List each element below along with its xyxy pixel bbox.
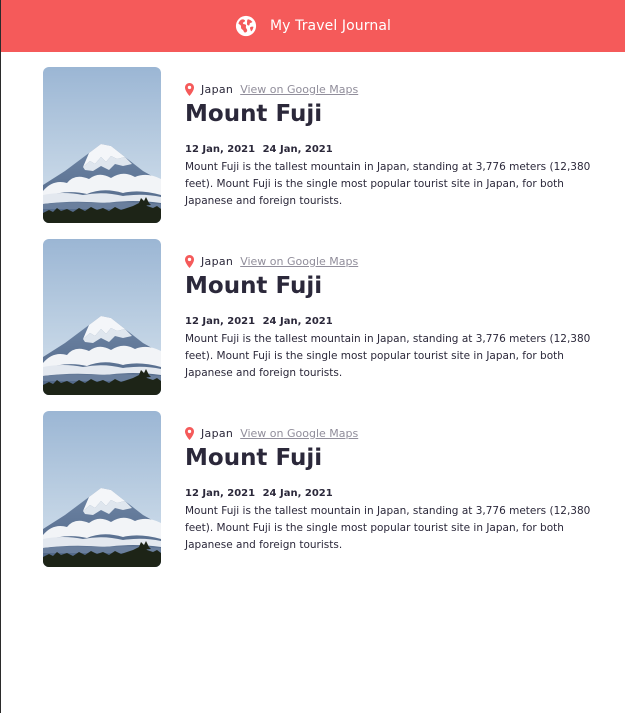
- location-row: Japan View on Google Maps: [185, 253, 595, 269]
- entry-start-date: 12 Jan, 2021: [185, 488, 256, 499]
- location-pin-icon: [185, 427, 194, 440]
- journal-entry: Japan View on Google Maps Mount Fuji 12 …: [1, 239, 625, 395]
- location-pin-icon: [185, 255, 194, 268]
- entry-dates: 12 Jan, 2021 24 Jan, 2021: [185, 315, 595, 329]
- entry-end-date: 24 Jan, 2021: [262, 144, 333, 155]
- journal-entries: Japan View on Google Maps Mount Fuji 12 …: [1, 52, 625, 567]
- app-header: My Travel Journal: [1, 0, 625, 52]
- entry-title: Mount Fuji: [185, 101, 323, 127]
- location-pin-icon: [185, 83, 194, 96]
- entry-country: Japan: [201, 254, 234, 268]
- journal-entry: Japan View on Google Maps Mount Fuji 12 …: [1, 67, 625, 223]
- google-maps-link[interactable]: View on Google Maps: [240, 255, 358, 268]
- entry-title: Mount Fuji: [185, 445, 323, 471]
- entry-end-date: 24 Jan, 2021: [262, 316, 333, 327]
- entry-description: Mount Fuji is the tallest mountain in Ja…: [185, 161, 591, 207]
- entry-end-date: 24 Jan, 2021: [262, 488, 333, 499]
- entry-dates: 12 Jan, 2021 24 Jan, 2021: [185, 487, 595, 501]
- entry-description: Mount Fuji is the tallest mountain in Ja…: [185, 505, 591, 551]
- entry-info: Japan View on Google Maps Mount Fuji 12 …: [185, 425, 595, 554]
- google-maps-link[interactable]: View on Google Maps: [240, 427, 358, 440]
- globe-icon: [235, 15, 257, 37]
- entry-info: Japan View on Google Maps Mount Fuji 12 …: [185, 81, 595, 210]
- mount-fuji-photo: [43, 67, 161, 223]
- entry-info: Japan View on Google Maps Mount Fuji 12 …: [185, 253, 595, 382]
- entry-start-date: 12 Jan, 2021: [185, 144, 256, 155]
- entry-country: Japan: [201, 426, 234, 440]
- google-maps-link[interactable]: View on Google Maps: [240, 83, 358, 96]
- entry-country: Japan: [201, 82, 234, 96]
- location-row: Japan View on Google Maps: [185, 81, 595, 97]
- entry-dates: 12 Jan, 2021 24 Jan, 2021: [185, 143, 595, 157]
- entry-start-date: 12 Jan, 2021: [185, 316, 256, 327]
- mount-fuji-photo: [43, 411, 161, 567]
- mount-fuji-photo: [43, 239, 161, 395]
- entry-title: Mount Fuji: [185, 273, 323, 299]
- journal-entry: Japan View on Google Maps Mount Fuji 12 …: [1, 411, 625, 567]
- location-row: Japan View on Google Maps: [185, 425, 595, 441]
- entry-description: Mount Fuji is the tallest mountain in Ja…: [185, 333, 591, 379]
- app-title: My Travel Journal: [269, 18, 391, 34]
